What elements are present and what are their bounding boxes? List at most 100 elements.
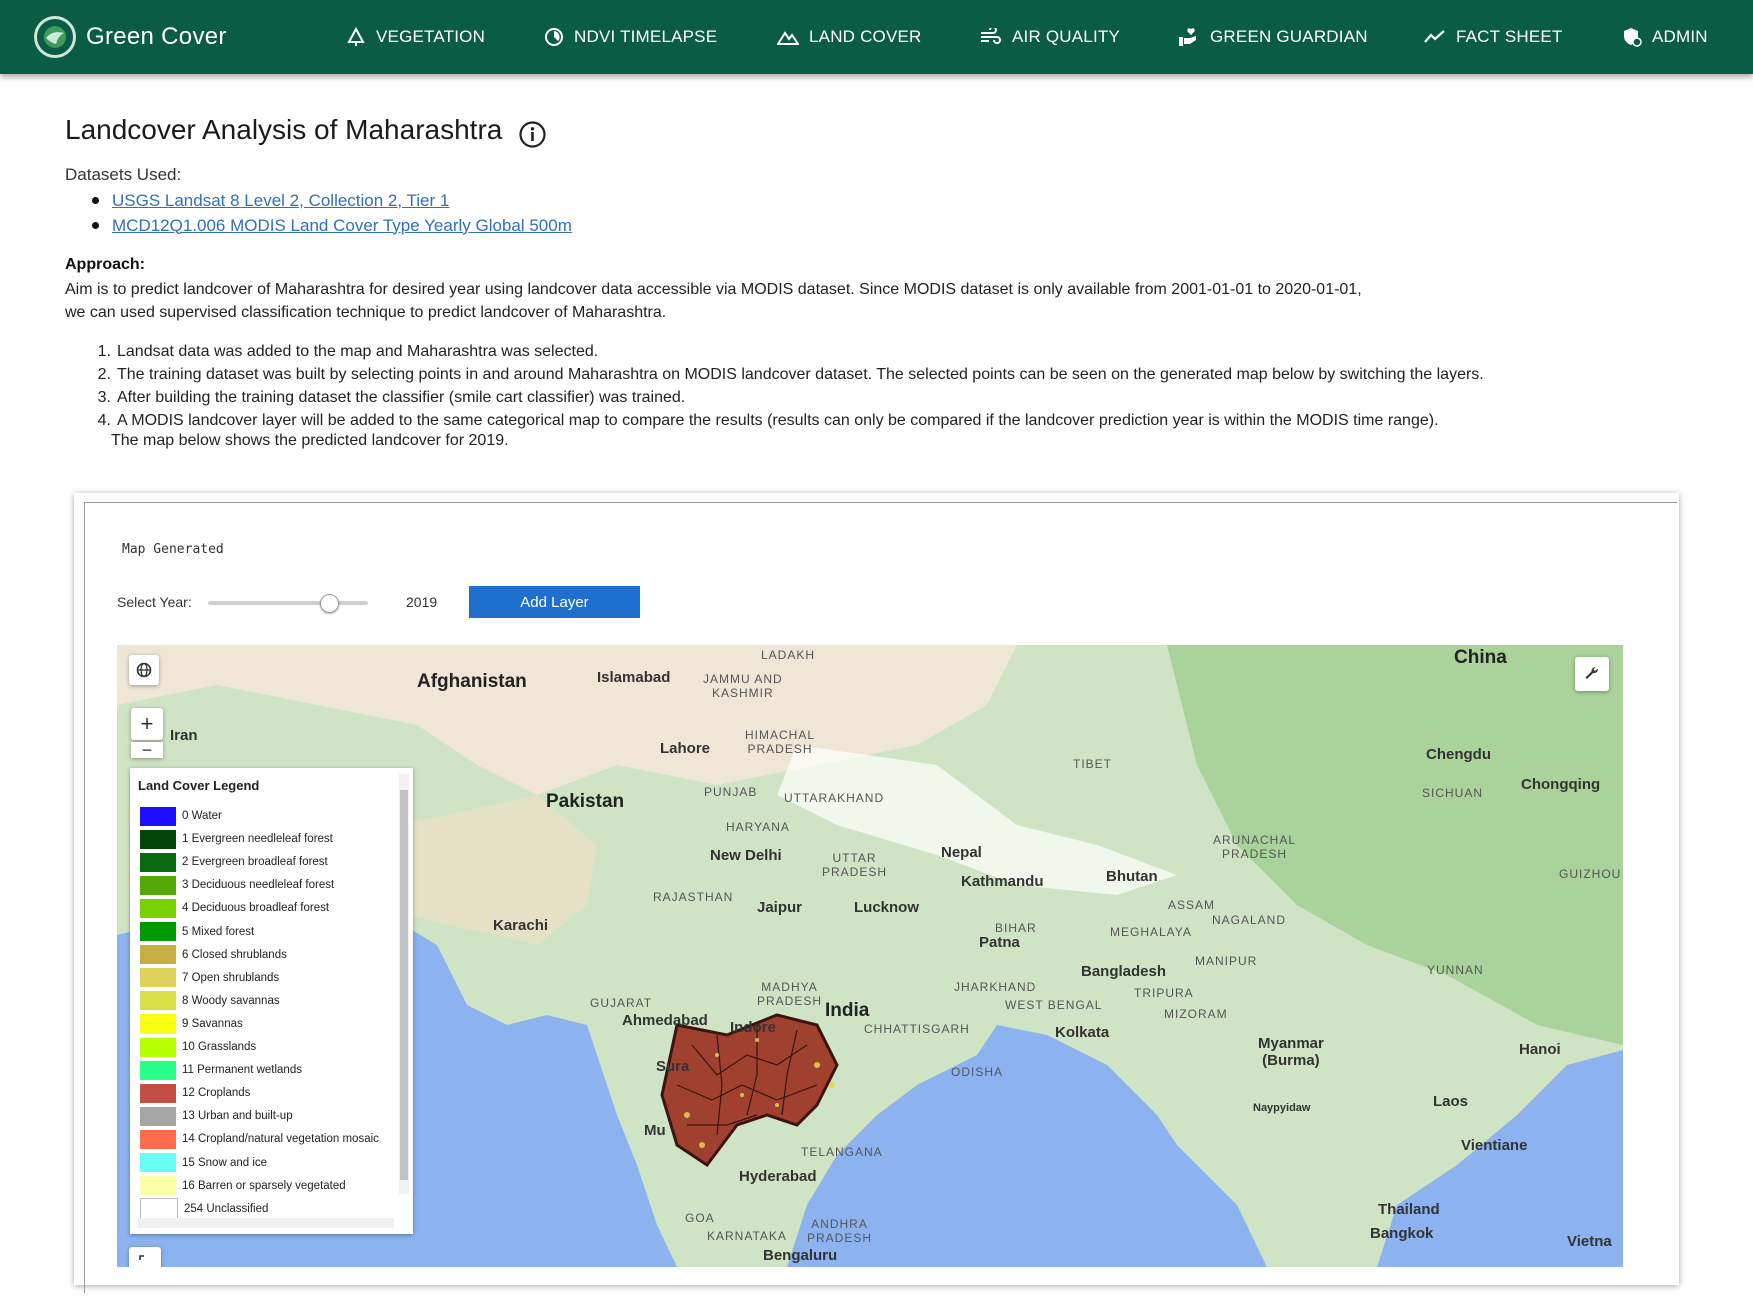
legend-horizontal-scrollbar[interactable]	[138, 1218, 394, 1228]
legend-item: 4 Deciduous broadleaf forest	[140, 898, 329, 918]
map-label-punjab: PUNJAB	[704, 785, 758, 799]
map-label-tibet: TIBET	[1073, 757, 1113, 771]
nav-ndvi-timelapse-label: NDVI TIMELAPSE	[574, 27, 718, 46]
map-label-ahmedabad: Ahmedabad	[622, 1012, 708, 1029]
legend-swatch	[140, 1083, 176, 1103]
nav-vegetation-label: VEGETATION	[376, 27, 486, 46]
land-cover-legend[interactable]: Land Cover Legend 0 Water 1 Evergreen nee…	[130, 768, 413, 1234]
map-settings-button[interactable]	[1575, 657, 1609, 691]
map-label-mumbai: Mu	[644, 1122, 666, 1139]
list-item: 4. A MODIS landcover layer will be added …	[91, 409, 1691, 432]
map-label-vientiane: Vientiane	[1461, 1137, 1528, 1154]
map-label-tripura: TRIPURA	[1134, 986, 1194, 1000]
map-label-ladakh: LADAKH	[761, 648, 816, 662]
map-label-myanmar: Myanmar (Burma)	[1258, 1035, 1324, 1069]
legend-item: 254 Unclassified	[140, 1198, 269, 1220]
nav-ndvi-timelapse[interactable]: NDVI TIMELAPSE	[544, 22, 717, 52]
map-label-assam: ASSAM	[1168, 898, 1216, 912]
map-label-china: China	[1454, 647, 1507, 668]
map-label-bangkok: Bangkok	[1370, 1225, 1434, 1242]
legend-item: 13 Urban and built-up	[140, 1106, 293, 1126]
dataset-link-landsat[interactable]: USGS Landsat 8 Level 2, Collection 2, Ti…	[112, 191, 449, 211]
air-icon	[981, 28, 1001, 44]
legend-item-label: 6 Closed shrublands	[182, 948, 287, 961]
zoom-in-button[interactable]: +	[131, 708, 163, 740]
legend-item: 14 Cropland/natural vegetation mosaic	[140, 1129, 379, 1149]
year-slider-handle[interactable]	[320, 594, 339, 613]
legend-item: 9 Savannas	[140, 1014, 243, 1034]
legend-scrollbar-thumb[interactable]	[400, 790, 408, 1180]
legend-swatch	[140, 991, 176, 1011]
legend-swatch	[140, 1198, 178, 1220]
map-label-bengaluru: Bengaluru	[763, 1247, 838, 1264]
info-icon[interactable]	[518, 120, 547, 149]
map-label-mizoram: MIZORAM	[1164, 1007, 1228, 1021]
nav-admin[interactable]: ADMIN	[1622, 22, 1708, 52]
fullscreen-button[interactable]	[129, 1247, 161, 1267]
legend-item: 15 Snow and ice	[140, 1153, 267, 1173]
legend-item-label: 15 Snow and ice	[182, 1156, 268, 1169]
map-label-new-delhi: New Delhi	[710, 847, 782, 864]
map-label-yunnan: YUNNAN	[1427, 963, 1484, 977]
map-label-bhutan: Bhutan	[1106, 868, 1158, 885]
list-item: 2. The training dataset was built by sele…	[91, 363, 1691, 386]
zoom-out-button[interactable]: −	[131, 740, 163, 760]
add-layer-button[interactable]: Add Layer	[469, 586, 640, 618]
nav-vegetation[interactable]: VEGETATION	[346, 22, 485, 52]
legend-item: 3 Deciduous needleleaf forest	[140, 875, 334, 895]
map-label-arunachal: ARUNACHAL PRADESH	[1213, 833, 1297, 861]
nav-air-quality[interactable]: AIR QUALITY	[980, 22, 1120, 52]
step-text: After building the training dataset the …	[117, 389, 686, 406]
map-label-karachi: Karachi	[493, 917, 549, 934]
legend-item-label: 0 Water	[182, 810, 222, 822]
legend-swatch	[140, 1014, 176, 1034]
map-label-chongqing: Chongqing	[1521, 776, 1601, 793]
nav-fact-sheet[interactable]: FACT SHEET	[1424, 22, 1563, 52]
legend-swatch	[140, 1106, 176, 1126]
map-label-islamabad: Islamabad	[597, 669, 671, 686]
approach-label: Approach:	[65, 256, 145, 273]
map-label-lucknow: Lucknow	[854, 899, 920, 916]
map-label-surat: Sura	[656, 1058, 690, 1075]
legend-swatch	[140, 922, 176, 941]
tree-icon	[347, 27, 365, 46]
legend-item-label: 9 Savannas	[182, 1017, 243, 1030]
select-year-label: Select Year:	[117, 594, 192, 610]
approach-steps: 1. Landsat data was added to the map and …	[91, 340, 1691, 432]
nav-land-cover[interactable]: LAND COVER	[777, 22, 922, 52]
legend-item: 0 Water	[140, 806, 222, 826]
map-label-uttarakhand: UTTARAKHAND	[784, 791, 885, 805]
step-text: Landsat data was added to the map and Ma…	[117, 343, 599, 360]
map-label-odisha: ODISHA	[951, 1065, 1004, 1079]
globe-icon	[136, 662, 152, 678]
legend-item-label: 254 Unclassified	[184, 1202, 269, 1215]
steps-note: The map below shows the predicted landco…	[111, 432, 509, 449]
legend-item-label: 5 Mixed forest	[182, 925, 255, 938]
legend-item-label: 12 Croplands	[182, 1087, 251, 1100]
map-label-hanoi: Hanoi	[1519, 1041, 1561, 1058]
timelapse-icon	[545, 28, 563, 46]
map-label-andhra: ANDHRA PRADESH	[807, 1217, 873, 1245]
wrench-icon	[1585, 666, 1599, 679]
legend-item-label: 7 Open shrublands	[182, 971, 280, 984]
nav-green-guardian[interactable]: GREEN GUARDIAN	[1178, 22, 1368, 52]
legend-item: 5 Mixed forest	[140, 922, 254, 942]
map-label-himachal: HIMACHAL PRADESH	[745, 728, 816, 756]
map-label-kolkata: Kolkata	[1055, 1024, 1110, 1041]
map-label-iran: Iran	[170, 727, 198, 744]
nav-air-quality-label: AIR QUALITY	[1012, 27, 1121, 46]
legend-item-label: 8 Woody savannas	[182, 994, 280, 1007]
step-text: The training dataset was built by select…	[117, 366, 1484, 383]
brand[interactable]: Green Cover	[34, 14, 227, 60]
year-slider[interactable]	[208, 601, 368, 605]
legend-item: 2 Evergreen broadleaf forest	[140, 852, 328, 872]
legend-swatch	[140, 1176, 176, 1196]
nav-land-cover-label: LAND COVER	[809, 27, 922, 46]
dataset-link-modis[interactable]: MCD12Q1.006 MODIS Land Cover Type Yearly…	[112, 216, 572, 236]
map-status: Map Generated	[122, 542, 224, 557]
legend-swatch	[140, 1060, 176, 1080]
layers-globe-button[interactable]	[129, 655, 159, 685]
legend-item-label: 13 Urban and built-up	[182, 1110, 293, 1123]
legend-item-label: 11 Permanent wetlands	[182, 1064, 302, 1077]
nav-green-guardian-label: GREEN GUARDIAN	[1210, 27, 1368, 46]
